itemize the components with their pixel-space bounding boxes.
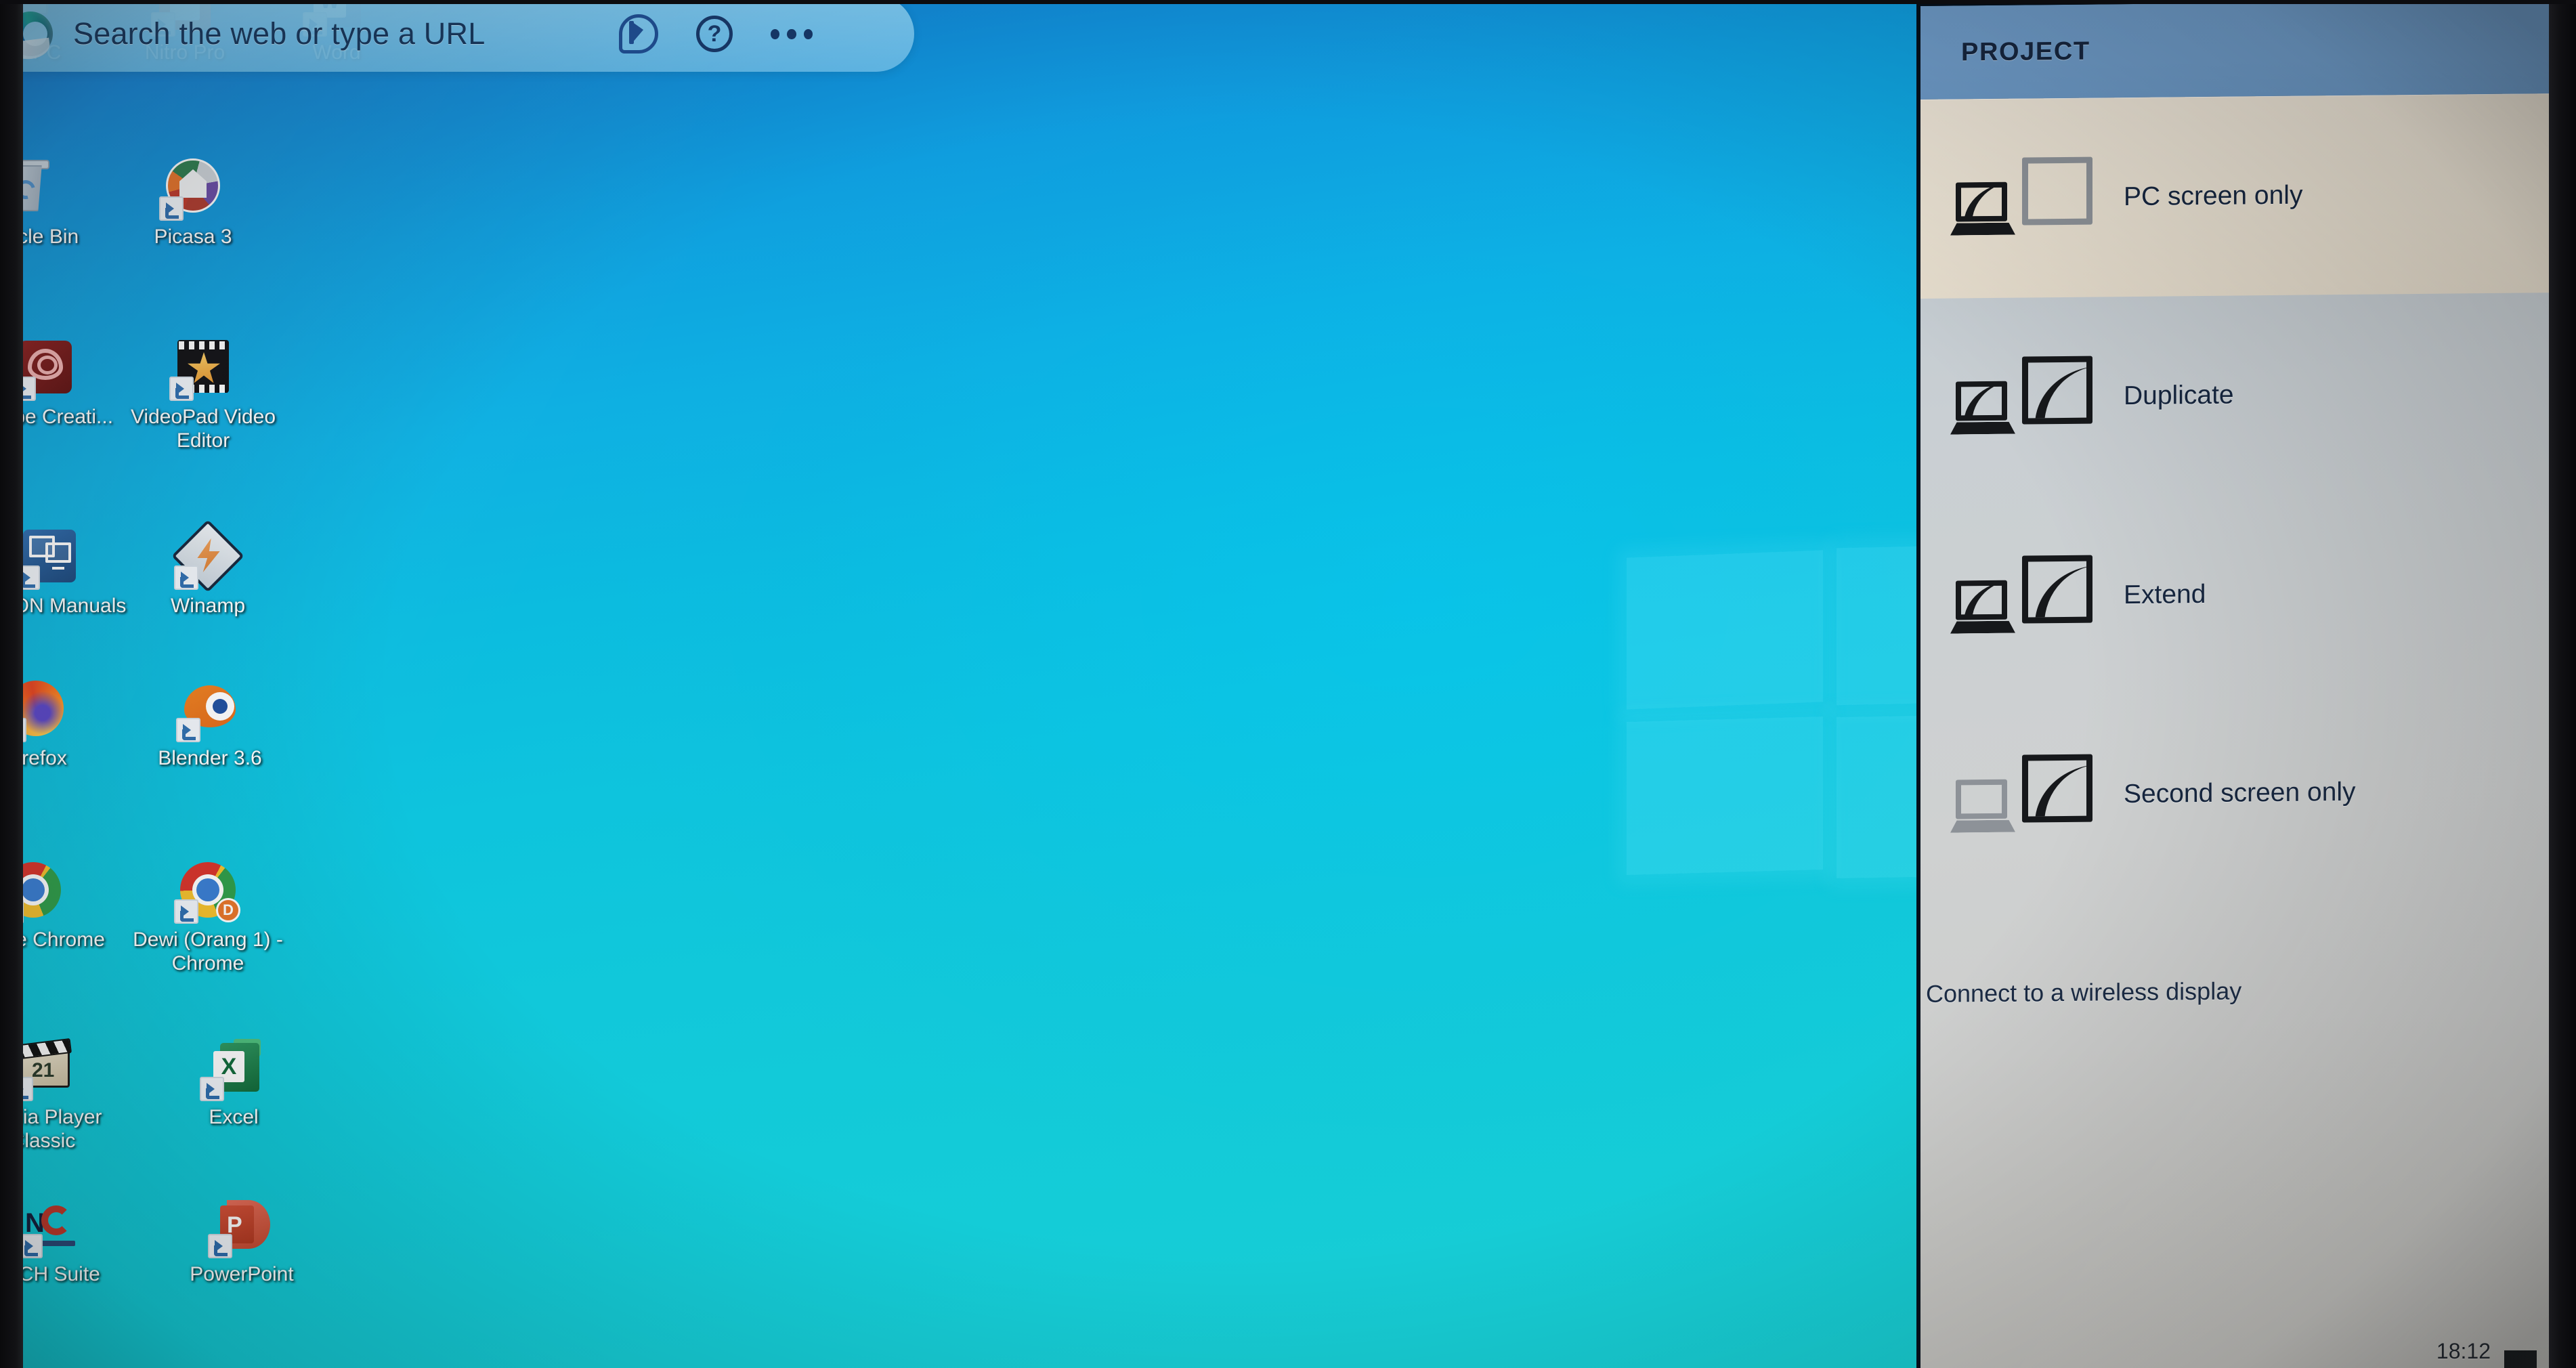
- shortcut-badge-icon: [176, 718, 200, 742]
- mpc-version-badge: 21: [32, 1059, 55, 1082]
- shortcut-badge-icon: [208, 1234, 232, 1258]
- videopad-icon: [169, 336, 234, 401]
- shortcut-badge-icon: [159, 196, 184, 221]
- duplicate-icon: [1950, 356, 2092, 439]
- project-option-duplicate[interactable]: Duplicate: [1920, 293, 2549, 498]
- dewi-chrome-icon: D: [174, 859, 240, 924]
- edge-search-bar[interactable]: Search the web or type a URL ?: [0, 0, 914, 72]
- help-glyph: ?: [707, 21, 722, 47]
- desktop-icon-label: VideoPad Video Editor: [130, 406, 276, 452]
- epson-manuals-icon: [16, 525, 81, 590]
- project-option-label: PC screen only: [2124, 180, 2303, 212]
- project-option-label: Second screen only: [2124, 777, 2356, 809]
- profile-badge: D: [216, 898, 240, 922]
- second-screen-only-icon: [1950, 754, 2092, 837]
- shortcut-badge-icon: [174, 899, 198, 924]
- project-panel-header: PROJECT: [1920, 0, 2549, 100]
- project-option-extend[interactable]: Extend: [1920, 492, 2549, 697]
- more-options-icon[interactable]: [771, 27, 813, 41]
- monitor-photo: This PC Nitro Pro W Word Recycle Bin: [0, 0, 2576, 1368]
- search-input[interactable]: Search the web or type a URL: [73, 16, 485, 51]
- shortcut-badge-icon: [174, 565, 198, 590]
- desktop-icon-label: Picasa 3: [154, 226, 232, 248]
- pc-screen-only-icon: [1950, 156, 2092, 240]
- taskbar-tray-chip: [2504, 1350, 2537, 1368]
- winamp-icon: [171, 519, 244, 593]
- edge-search-actions: ?: [619, 14, 914, 54]
- desktop-icon-dewi-chrome[interactable]: D Dewi (Orang 1) - Chrome: [130, 859, 286, 976]
- project-option-pc-screen-only[interactable]: PC screen only: [1920, 93, 2549, 299]
- monitor-bezel-left: [0, 0, 23, 1368]
- project-flyout-panel[interactable]: PROJECT PC screen only Duplicate Extend …: [1920, 0, 2549, 1368]
- monitor-bezel-right: [2549, 0, 2576, 1368]
- excel-icon: X: [200, 1036, 265, 1101]
- project-option-label: Extend: [2124, 579, 2206, 610]
- desktop-icon-winamp[interactable]: Winamp: [130, 519, 286, 618]
- wallpaper-logo-pane: [1837, 716, 1916, 878]
- help-icon[interactable]: ?: [696, 16, 733, 52]
- project-option-second-screen-only[interactable]: Second screen only: [1920, 691, 2549, 896]
- nch-suite-icon: N: [18, 1193, 83, 1258]
- monitor-bezel-top: [0, 0, 2576, 4]
- extend-icon: [1950, 555, 2092, 638]
- shortcut-badge-icon: [200, 1077, 224, 1101]
- bing-icon[interactable]: [619, 14, 658, 54]
- desktop-wallpaper[interactable]: This PC Nitro Pro W Word Recycle Bin: [0, 0, 1916, 1368]
- desktop-icon-powerpoint[interactable]: P PowerPoint: [164, 1193, 320, 1286]
- project-panel-title: PROJECT: [1961, 37, 2090, 66]
- desktop-icon-label: Dewi (Orang 1) - Chrome: [133, 928, 283, 975]
- wallpaper-logo-pane: [1627, 716, 1823, 876]
- project-panel-body: PC screen only Duplicate Extend Second s…: [1920, 93, 2549, 1368]
- taskbar-clock[interactable]: 18:12: [2437, 1339, 2491, 1364]
- desktop-icon-blender[interactable]: Blender 3.6: [132, 677, 288, 770]
- blender-icon: [176, 677, 241, 742]
- desktop-icon-label: Excel: [209, 1106, 259, 1128]
- desktop-icon-label: Winamp: [170, 595, 246, 617]
- shortcut-badge-icon: [169, 377, 194, 401]
- desktop-icon-label: Blender 3.6: [158, 747, 262, 769]
- desktop-icon-excel[interactable]: X Excel: [156, 1036, 312, 1129]
- wallpaper-logo-pane: [1627, 550, 1823, 710]
- wallpaper-logo-pane: [1837, 546, 1916, 706]
- picasa-icon: [159, 156, 224, 221]
- desktop-icon-label: PowerPoint: [190, 1263, 294, 1285]
- desktop-icon-videopad[interactable]: VideoPad Video Editor: [125, 336, 281, 453]
- adobe-creative-cloud-icon: [12, 336, 77, 401]
- connect-wireless-display-link[interactable]: Connect to a wireless display: [1926, 977, 2241, 1008]
- wireless-display-row: Connect to a wireless display: [1920, 974, 2549, 1008]
- powerpoint-icon: P: [208, 1193, 273, 1258]
- project-option-label: Duplicate: [2124, 380, 2234, 411]
- desktop-icon-picasa-3[interactable]: Picasa 3: [115, 156, 271, 249]
